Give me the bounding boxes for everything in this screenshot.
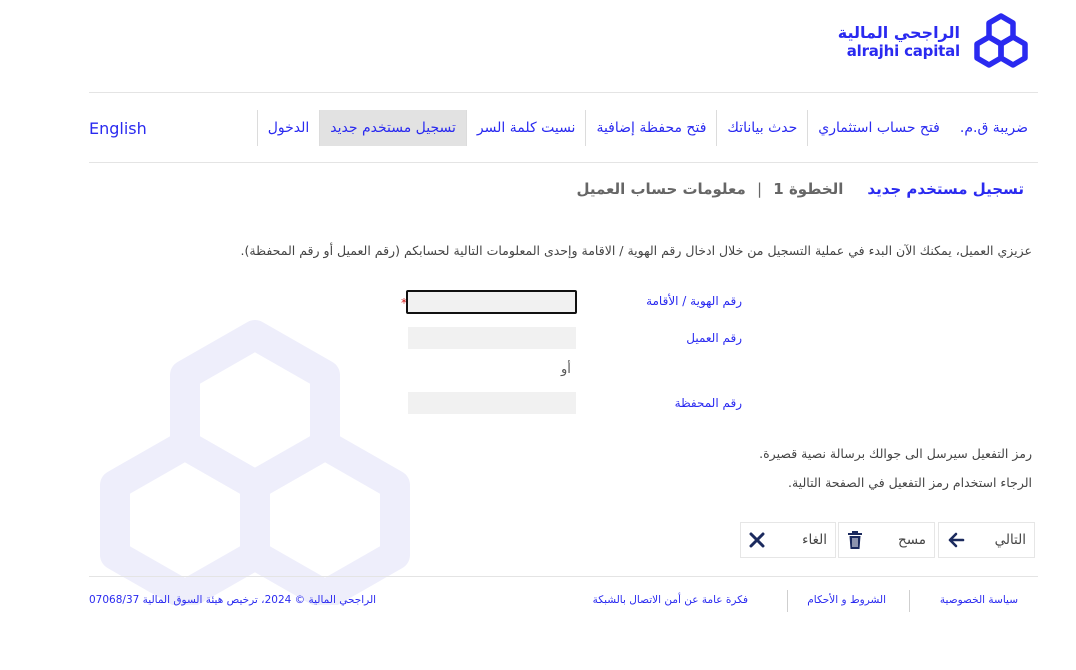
terms-link[interactable]: الشروط و الأحكام [807,594,886,606]
arrow-left-icon [948,532,965,548]
network-security-link[interactable]: فكرة عامة عن أمن الاتصال بالشبكة [593,594,748,606]
step-header: تسجيل مستخدم جديد الخطوة 1 | معلومات حسا… [576,180,1024,198]
watermark-logo-icon [100,320,410,605]
nav-item-forgot-password[interactable]: نسيت كلمة السر [465,110,586,146]
portfolio-number-label: رقم المحفظة [674,396,742,410]
brand-name-en: alrajhi capital [846,42,960,60]
customer-number-input[interactable] [408,327,576,349]
copyright-text: الراجحي المالية © 2024، ترخيص هيئة السوق… [89,594,377,606]
portfolio-number-input[interactable] [408,392,576,414]
cancel-button[interactable]: الغاء [740,522,836,558]
step-number: الخطوة 1 [773,180,844,198]
brand-name-ar: الراجحي المالية [837,23,960,42]
header-divider [89,92,1038,93]
privacy-policy-link[interactable]: سياسة الخصوصية [940,594,1018,606]
main-nav: الدخول تسجيل مستخدم جديد نسيت كلمة السر … [89,110,1038,146]
footer-divider [89,576,1038,577]
step-description: معلومات حساب العميل [576,180,746,198]
customer-number-label: رقم العميل [686,331,742,345]
clear-button-label: مسح [898,532,926,548]
activation-instruction: الرجاء استخدام رمز التفعيل في الصفحة الت… [788,475,1032,490]
footer-separator [787,590,788,612]
next-button[interactable]: التالي [938,522,1035,558]
nav-item-login[interactable]: الدخول [256,110,320,146]
intro-text: عزيزي العميل، يمكنك الآن البدء في عملية … [240,243,1032,258]
close-icon [749,532,765,548]
brand-logo[interactable]: الراجحي المالية alrajhi capital [838,12,1032,72]
page-title: تسجيل مستخدم جديد [867,180,1024,198]
nav-item-open-investment-account[interactable]: فتح حساب استثماري [807,110,950,146]
nav-item-open-portfolio[interactable]: فتح محفظة إضافية [585,110,716,146]
activation-note: رمز التفعيل سيرسل الى جوالك برسالة نصية … [759,446,1032,461]
nav-item-register[interactable]: تسجيل مستخدم جديد [319,110,466,146]
trash-icon [848,531,862,549]
next-button-label: التالي [994,532,1026,548]
nav-item-update-data[interactable]: حدث بياناتك [716,110,807,146]
language-switch-link[interactable]: English [89,110,147,148]
hexagon-chain-logo-icon [974,13,1028,68]
nav-menu: الدخول تسجيل مستخدم جديد نسيت كلمة السر … [256,110,1038,146]
brand-text: الراجحي المالية alrajhi capital [838,25,960,59]
or-separator: أو [561,362,571,377]
footer-separator [909,590,910,612]
id-number-label: رقم الهوية / الأقامة [646,294,742,308]
id-number-input[interactable] [406,290,577,314]
nav-divider [89,162,1038,163]
step-label: الخطوة 1 | معلومات حساب العميل [576,180,843,198]
step-separator: | [757,180,763,198]
cancel-button-label: الغاء [802,532,827,548]
nav-item-vat[interactable]: ضريبة ق.م. [950,110,1038,146]
clear-button[interactable]: مسح [838,522,935,558]
